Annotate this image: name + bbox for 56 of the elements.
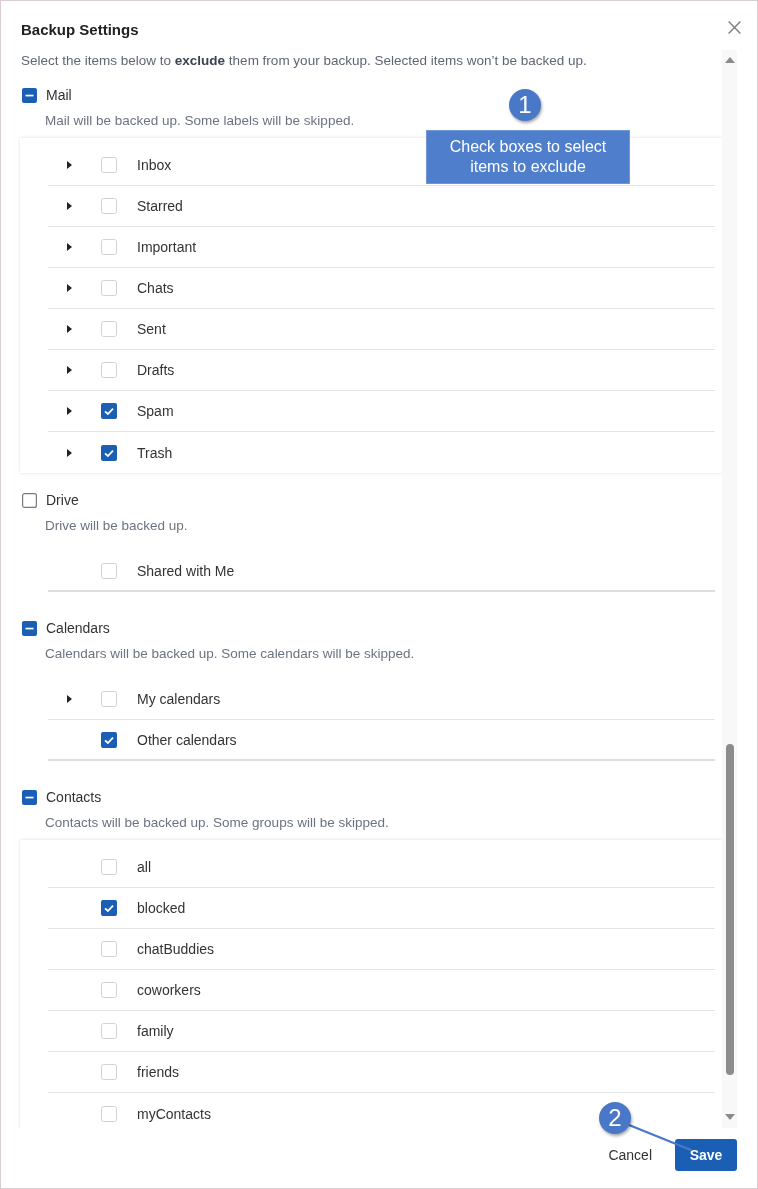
- caret-icon[interactable]: [67, 161, 72, 169]
- section-description: Contacts will be backed up. Some groups will be skipped.: [45, 814, 390, 832]
- item-label: myContacts: [137, 1104, 211, 1124]
- step-badge: 2: [599, 1102, 631, 1134]
- item-label: Important: [137, 238, 197, 257]
- checkbox[interactable]: [22, 87, 37, 103]
- item-label: friends: [137, 1063, 180, 1082]
- item-label: blocked: [137, 899, 186, 918]
- checkbox[interactable]: [101, 403, 117, 419]
- item-label: Drafts: [137, 361, 175, 380]
- item-label: chatBuddies: [137, 940, 215, 959]
- item-label: Spam: [137, 402, 174, 421]
- scrollbar-thumb[interactable]: [725, 744, 734, 1075]
- section-label: Calendars: [46, 619, 110, 638]
- checkbox[interactable]: [101, 444, 117, 461]
- checkbox[interactable]: [22, 492, 37, 508]
- checkbox[interactable]: [101, 731, 117, 748]
- item-label: My calendars: [137, 690, 221, 709]
- caret-icon[interactable]: [67, 407, 72, 415]
- item-label: family: [137, 1022, 174, 1041]
- item-label: coworkers: [137, 981, 201, 1000]
- section-label: Drive: [46, 491, 79, 510]
- scroll-up-arrow-icon[interactable]: [724, 57, 735, 63]
- checkbox[interactable]: [101, 900, 117, 916]
- section-label: Mail: [46, 86, 72, 105]
- callout-note: Check boxes to select items to exclude: [426, 130, 630, 184]
- intro-text: Select the items below to exclude them from your backup. Selected items won’t be backed up.: [21, 52, 588, 70]
- step-badge: 1: [509, 89, 541, 121]
- caret-icon[interactable]: [67, 448, 72, 457]
- close-icon[interactable]: [728, 21, 741, 34]
- caret-icon[interactable]: [67, 243, 72, 251]
- scroll-down-arrow-icon[interactable]: [724, 1114, 735, 1120]
- item-label: Shared with Me: [137, 561, 235, 581]
- item-label: Other calendars: [137, 730, 237, 750]
- save-button[interactable]: Save: [675, 1139, 737, 1171]
- caret-icon[interactable]: [67, 325, 72, 333]
- caret-icon[interactable]: [67, 366, 72, 374]
- item-label: Sent: [137, 320, 166, 339]
- scrollbar[interactable]: [722, 50, 737, 1128]
- leader-line: [628, 1124, 692, 1151]
- item-label: all: [137, 858, 151, 877]
- item-label: Inbox: [137, 156, 172, 175]
- item-label: Chats: [137, 279, 174, 298]
- item-label: Trash: [137, 443, 173, 463]
- cancel-button[interactable]: Cancel: [596, 1139, 664, 1171]
- caret-icon[interactable]: [67, 202, 72, 210]
- section-description: Drive will be backed up.: [45, 517, 189, 535]
- caret-icon[interactable]: [67, 284, 72, 292]
- section-label: Contacts: [46, 788, 102, 807]
- caret-icon[interactable]: [67, 695, 72, 703]
- section-description: Mail will be backed up. Some labels will be skipped.: [45, 112, 356, 130]
- checkbox[interactable]: [22, 789, 37, 805]
- dialog-title: Backup Settings: [21, 20, 139, 40]
- section-description: Calendars will be backed up. Some calendars will be skipped.: [45, 645, 416, 663]
- checkbox[interactable]: [22, 620, 37, 636]
- item-label: Starred: [137, 197, 183, 216]
